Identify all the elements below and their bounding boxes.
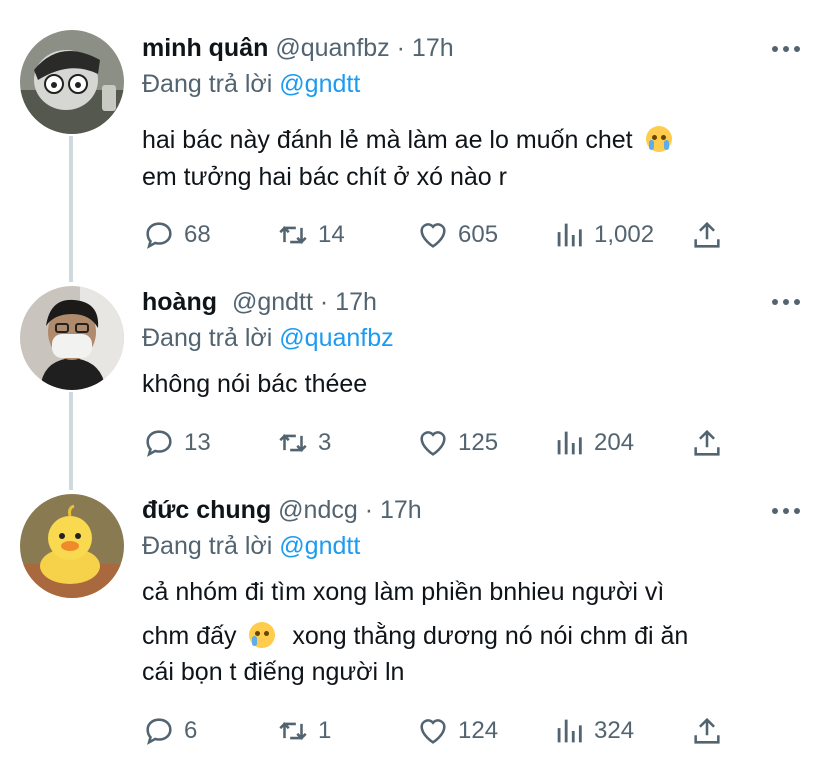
retweet-button[interactable]: 1	[276, 714, 331, 748]
like-count: 605	[458, 221, 499, 248]
view-count: 1,002	[594, 221, 655, 248]
avatar[interactable]	[20, 494, 124, 598]
tweet-text-line: em tưởng hai bác chít ở xó nào r	[142, 163, 507, 191]
reply-count: 68	[184, 221, 211, 248]
user-handle[interactable]: @quanfbz	[275, 34, 389, 62]
crying-face-emoji-icon	[645, 126, 672, 152]
like-count: 125	[458, 429, 499, 456]
retweet-arrows-icon	[279, 434, 307, 452]
separator-dot: ·	[396, 34, 405, 62]
like-count: 124	[458, 717, 499, 744]
separator-dot: ·	[364, 496, 374, 524]
more-dots-icon[interactable]	[772, 297, 802, 307]
bar-chart-icon	[557, 719, 582, 743]
like-button[interactable]: 605	[416, 218, 498, 252]
user-handle[interactable]: @gndtt	[232, 288, 313, 316]
views-button[interactable]: 1,002	[552, 218, 654, 252]
sad-tear-face-emoji-icon	[249, 622, 276, 648]
share-button[interactable]	[690, 218, 732, 252]
display-name[interactable]: hoàng	[142, 288, 217, 316]
mention-link[interactable]: @quanfbz	[279, 324, 393, 352]
separator-dot: ·	[319, 288, 329, 316]
share-button[interactable]	[690, 426, 732, 460]
replying-to-label: Đang trả lời	[142, 70, 273, 98]
action-bar: 68 14 605 1,002	[142, 218, 742, 252]
action-bar: 6 1 124 324	[142, 714, 742, 748]
tweet-reply-1[interactable]: minh quân @quanfbz · 17h Đang trả lời @g…	[0, 0, 828, 280]
tweet-reply-3[interactable]: đức chung @ndcg · 17h Đang trả lời @gndt…	[0, 490, 828, 765]
tweet-text: xong thằng dương nó nói chm đi ăn	[292, 622, 689, 650]
timestamp[interactable]: 17h	[412, 34, 454, 62]
mention-link[interactable]: @gndtt	[279, 532, 360, 560]
speech-bubble-icon	[146, 222, 172, 249]
tweet-header: minh quân @quanfbz · 17h	[142, 34, 454, 63]
tweet-text: hai bác này đánh lẻ mà làm ae lo muốn ch…	[142, 126, 633, 154]
tweet-reply-2[interactable]: hoàng @gndtt · 17h Đang trả lời @quanfbz…	[0, 280, 828, 490]
tweet-header: đức chung @ndcg · 17h	[142, 496, 422, 525]
mention-link[interactable]: @gndtt	[279, 70, 360, 98]
speech-bubble-icon	[146, 430, 172, 457]
avatar[interactable]	[20, 30, 124, 134]
share-button[interactable]	[690, 714, 732, 748]
reply-button[interactable]: 68	[142, 218, 211, 252]
heart-icon	[420, 431, 446, 456]
like-button[interactable]: 124	[416, 714, 498, 748]
replying-to: Đang trả lời @gndtt	[142, 70, 360, 99]
tweet-header: hoàng @gndtt · 17h	[142, 288, 377, 317]
timestamp[interactable]: 17h	[380, 496, 422, 524]
view-count: 204	[594, 429, 635, 456]
retweet-count: 1	[318, 717, 332, 744]
replying-to-label: Đang trả lời	[142, 532, 273, 560]
share-upload-icon	[694, 717, 720, 744]
reply-button[interactable]: 13	[142, 426, 211, 460]
heart-icon	[420, 223, 446, 248]
tweet-text: cái bọn t điếng người ln	[142, 658, 405, 686]
share-upload-icon	[694, 429, 720, 456]
tweet-text: chm đấy	[142, 622, 237, 650]
reply-count: 13	[184, 429, 211, 456]
like-button[interactable]: 125	[416, 426, 498, 460]
more-dots-icon[interactable]	[772, 506, 802, 516]
tweet-text-line: hai bác này đánh lẻ mà làm ae lo muốn ch…	[142, 126, 672, 155]
avatar[interactable]	[20, 286, 124, 390]
tweet-text: cả nhóm đi tìm xong làm phiền bnhieu ngư…	[142, 578, 665, 606]
bar-chart-icon	[557, 431, 582, 455]
view-count: 324	[594, 717, 635, 744]
views-button[interactable]: 204	[552, 426, 634, 460]
display-name[interactable]: đức chung	[142, 496, 271, 524]
retweet-arrows-icon	[279, 722, 307, 740]
more-dots-icon[interactable]	[772, 44, 802, 54]
bar-chart-icon	[557, 223, 582, 247]
share-upload-icon	[694, 221, 720, 248]
reply-button[interactable]: 6	[142, 714, 197, 748]
tweet-text: không nói bác théee	[142, 370, 368, 398]
replying-to: Đang trả lời @gndtt	[142, 532, 360, 561]
retweet-count: 3	[318, 429, 332, 456]
retweet-arrows-icon	[279, 226, 307, 244]
retweet-button[interactable]: 3	[276, 426, 331, 460]
retweet-count: 14	[318, 221, 345, 248]
reply-count: 6	[184, 717, 198, 744]
heart-icon	[420, 719, 446, 744]
retweet-button[interactable]: 14	[276, 218, 345, 252]
replying-to-label: Đang trả lời	[142, 324, 273, 352]
action-bar: 13 3 125 204	[142, 426, 742, 460]
views-button[interactable]: 324	[552, 714, 634, 748]
tweet-text-line: chm đấy xong thằng dương nó nói chm đi ă…	[142, 622, 688, 651]
timestamp[interactable]: 17h	[335, 288, 377, 316]
replying-to: Đang trả lời @quanfbz	[142, 324, 394, 353]
speech-bubble-icon	[146, 718, 172, 745]
user-handle[interactable]: @ndcg	[278, 496, 358, 524]
display-name[interactable]: minh quân	[142, 34, 268, 62]
